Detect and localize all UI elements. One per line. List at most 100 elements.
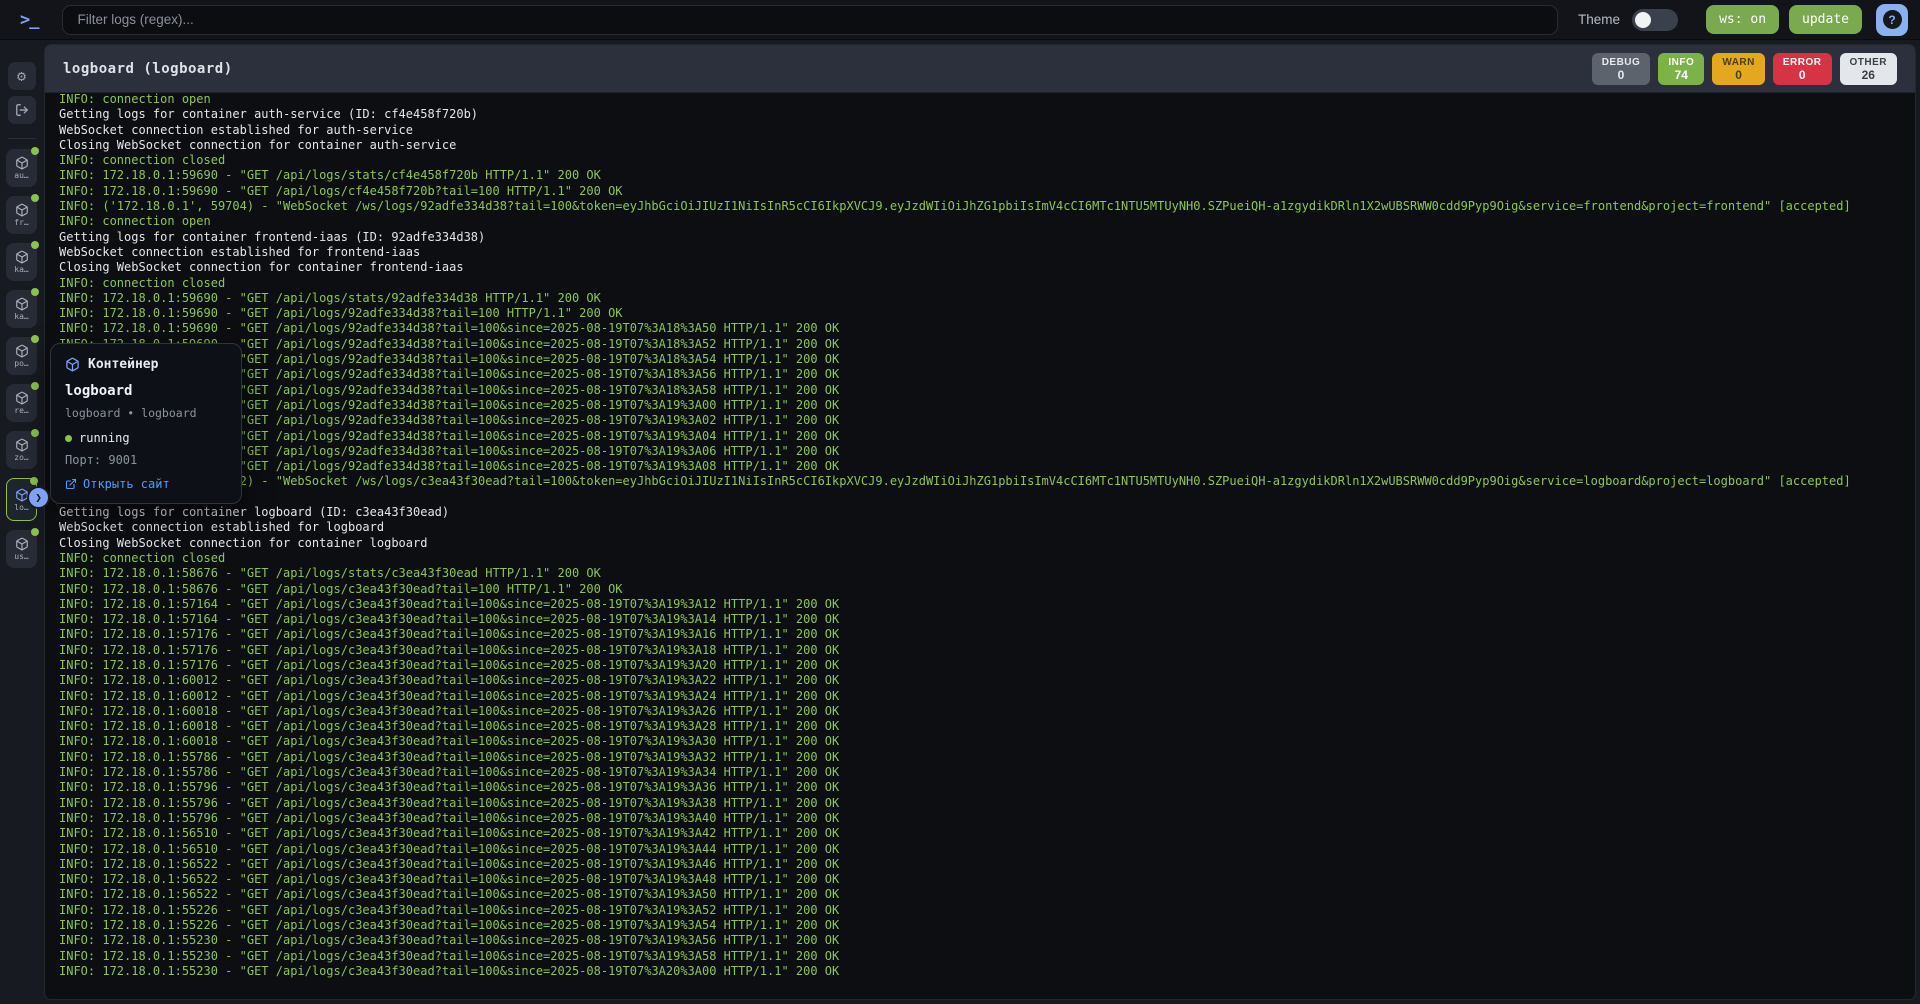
level-badge-count: 0 xyxy=(1602,68,1641,82)
log-line: INFO: 172.18.0.1:60012 - "GET /api/logs/… xyxy=(59,673,1915,688)
container-cube-icon xyxy=(15,344,29,358)
log-line: INFO: 172.18.0.1:59690 - "GET /api/logs/… xyxy=(59,291,1915,306)
container-label: au… xyxy=(14,171,28,180)
log-lines: INFO: connection open Getting logs for c… xyxy=(59,93,1915,979)
level-badge-count: 0 xyxy=(1783,68,1822,82)
log-line: INFO: 172.18.0.1:59690 - "GET /api/logs/… xyxy=(59,429,1915,444)
tooltip-title: Контейнер xyxy=(88,357,158,372)
external-link-icon xyxy=(65,478,77,490)
sidebar-container-item-1[interactable]: fr… xyxy=(6,196,37,234)
level-badge-label: ERROR xyxy=(1783,57,1822,68)
log-line: INFO: 172.18.0.1:59690 - "GET /api/logs/… xyxy=(59,321,1915,336)
log-line: INFO: 172.18.0.1:59690 - "GET /api/logs/… xyxy=(59,383,1915,398)
container-cube-icon xyxy=(15,156,29,170)
log-line: Getting logs for container auth-service … xyxy=(59,107,1915,122)
logout-icon xyxy=(15,103,29,117)
log-line: INFO: 172.18.0.1:55796 - "GET /api/logs/… xyxy=(59,811,1915,826)
log-line: INFO: 172.18.0.1:57164 - "GET /api/logs/… xyxy=(59,612,1915,627)
running-status-dot xyxy=(31,147,39,155)
log-line: INFO: ('172.18.0.1', 58682) - "WebSocket… xyxy=(59,474,1915,489)
container-label: ka… xyxy=(14,265,28,274)
help-button[interactable]: ? xyxy=(1876,4,1908,36)
settings-button[interactable]: ⚙ xyxy=(8,62,36,90)
log-line: INFO: 172.18.0.1:60018 - "GET /api/logs/… xyxy=(59,719,1915,734)
log-line: INFO: 172.18.0.1:59690 - "GET /api/logs/… xyxy=(59,367,1915,382)
log-line: INFO: 172.18.0.1:57176 - "GET /api/logs/… xyxy=(59,658,1915,673)
log-line: INFO: connection closed xyxy=(59,276,1915,291)
tooltip-container-name: logboard xyxy=(65,383,227,399)
level-badge-count: 0 xyxy=(1722,68,1755,82)
level-badge-label: INFO xyxy=(1668,57,1694,68)
sidebar-container-item-8[interactable]: us… xyxy=(6,530,37,568)
level-badge-debug[interactable]: DEBUG 0 xyxy=(1592,53,1651,85)
level-badge-info[interactable]: INFO 74 xyxy=(1658,53,1704,85)
log-line: INFO: 172.18.0.1:55226 - "GET /api/logs/… xyxy=(59,903,1915,918)
log-line: INFO: connection open xyxy=(59,490,1915,505)
log-line: Getting logs for container frontend-iaas… xyxy=(59,230,1915,245)
log-line: INFO: connection closed xyxy=(59,551,1915,566)
log-line: Closing WebSocket connection for contain… xyxy=(59,260,1915,275)
log-line: INFO: 172.18.0.1:59690 - "GET /api/logs/… xyxy=(59,168,1915,183)
log-line: INFO: 172.18.0.1:60018 - "GET /api/logs/… xyxy=(59,734,1915,749)
update-button[interactable]: update xyxy=(1789,5,1862,34)
logout-button[interactable] xyxy=(8,96,36,124)
sidebar-container-item-6[interactable]: zo… xyxy=(6,431,37,469)
log-line: INFO: 172.18.0.1:58676 - "GET /api/logs/… xyxy=(59,566,1915,581)
container-label: fr… xyxy=(14,218,28,227)
log-line: INFO: 172.18.0.1:59690 - "GET /api/logs/… xyxy=(59,337,1915,352)
log-line: INFO: 172.18.0.1:57176 - "GET /api/logs/… xyxy=(59,627,1915,642)
level-badge-label: WARN xyxy=(1722,57,1755,68)
container-cube-icon xyxy=(15,438,29,452)
container-cube-icon xyxy=(15,297,29,311)
tooltip-header: Контейнер xyxy=(65,357,227,372)
level-badge-label: DEBUG xyxy=(1602,57,1641,68)
sidebar-expand-button[interactable]: ❯ xyxy=(27,486,50,509)
log-line: INFO: 172.18.0.1:59690 - "GET /api/logs/… xyxy=(59,398,1915,413)
level-badge-other[interactable]: OTHER 26 xyxy=(1840,53,1898,85)
sidebar-container-item-3[interactable]: ka… xyxy=(6,290,37,328)
panel-title: logboard (logboard) xyxy=(63,61,233,77)
open-site-link[interactable]: Открыть сайт xyxy=(65,477,227,491)
theme-toggle[interactable] xyxy=(1632,9,1678,31)
log-line: Closing WebSocket connection for contain… xyxy=(59,536,1915,551)
container-label: zo… xyxy=(14,453,28,462)
tooltip-subtitle: logboard • logboard xyxy=(65,406,227,420)
log-line: INFO: 172.18.0.1:59690 - "GET /api/logs/… xyxy=(59,444,1915,459)
log-panel: logboard (logboard) DEBUG 0 INFO 74 WARN… xyxy=(44,44,1916,1000)
filter-logs-input[interactable] xyxy=(62,5,1558,35)
running-status-dot xyxy=(31,241,39,249)
log-line: INFO: 172.18.0.1:57176 - "GET /api/logs/… xyxy=(59,643,1915,658)
level-badge-label: OTHER xyxy=(1850,57,1888,68)
sidebar-container-item-5[interactable]: re… xyxy=(6,384,37,422)
log-line: Getting logs for container logboard (ID:… xyxy=(59,505,1915,520)
websocket-toggle-button[interactable]: ws: on xyxy=(1706,5,1779,34)
log-scroll-area[interactable]: INFO: connection open Getting logs for c… xyxy=(45,93,1915,999)
log-line: INFO: 172.18.0.1:57164 - "GET /api/logs/… xyxy=(59,597,1915,612)
log-line: INFO: ('172.18.0.1', 59704) - "WebSocket… xyxy=(59,199,1915,214)
log-line: INFO: connection open xyxy=(59,93,1915,107)
container-label: po… xyxy=(14,359,28,368)
top-bar: >_ Theme ws: on update ? xyxy=(0,0,1920,40)
container-cube-icon xyxy=(15,203,29,217)
log-line: INFO: 172.18.0.1:59690 - "GET /api/logs/… xyxy=(59,413,1915,428)
sidebar-container-item-0[interactable]: au… xyxy=(6,149,37,187)
log-line: INFO: 172.18.0.1:56522 - "GET /api/logs/… xyxy=(59,887,1915,902)
container-cube-icon xyxy=(65,357,80,372)
level-badge-warn[interactable]: WARN 0 xyxy=(1712,53,1765,85)
log-line: INFO: 172.18.0.1:60012 - "GET /api/logs/… xyxy=(59,689,1915,704)
sidebar-container-item-4[interactable]: po… xyxy=(6,337,37,375)
running-status-dot xyxy=(31,429,39,437)
log-line: INFO: 172.18.0.1:56510 - "GET /api/logs/… xyxy=(59,842,1915,857)
container-tooltip: Контейнер logboard logboard • logboard r… xyxy=(50,343,242,504)
sidebar-container-item-2[interactable]: ka… xyxy=(6,243,37,281)
level-badge-error[interactable]: ERROR 0 xyxy=(1773,53,1832,85)
running-status-dot xyxy=(31,382,39,390)
container-label: us… xyxy=(14,552,28,561)
log-line: INFO: connection closed xyxy=(59,153,1915,168)
log-line: INFO: 172.18.0.1:55230 - "GET /api/logs/… xyxy=(59,964,1915,979)
log-line: WebSocket connection established for fro… xyxy=(59,245,1915,260)
running-status-dot xyxy=(31,528,39,536)
log-line: INFO: 172.18.0.1:55796 - "GET /api/logs/… xyxy=(59,796,1915,811)
log-line: INFO: 172.18.0.1:55786 - "GET /api/logs/… xyxy=(59,750,1915,765)
running-status-dot xyxy=(30,477,38,485)
